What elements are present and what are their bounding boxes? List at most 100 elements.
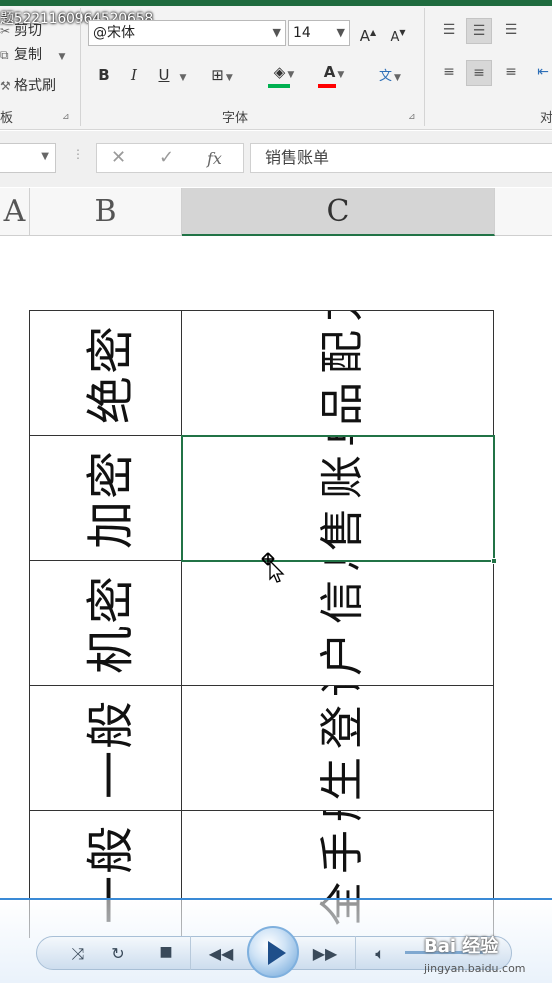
item-text: 产品配方	[316, 311, 368, 436]
font-size-combo[interactable]: 14 ▼	[288, 20, 350, 46]
column-headers: A B C	[0, 188, 552, 236]
cell-level[interactable]: 绝密	[30, 311, 182, 436]
play-button[interactable]	[247, 926, 299, 978]
font-name-combo[interactable]: @宋体 ▼	[88, 20, 286, 46]
chevron-down-icon: ▼	[41, 151, 49, 162]
cell-item[interactable]: 客户信息	[182, 561, 493, 686]
group-separator	[424, 8, 425, 126]
group-separator	[80, 8, 81, 126]
chevron-down-icon: ▼	[337, 70, 345, 80]
stop-icon[interactable]: ■	[156, 944, 176, 960]
active-cell-selection[interactable]	[181, 435, 497, 564]
phonetic-guide-icon: 文	[379, 69, 393, 84]
move-cursor-icon	[261, 552, 285, 583]
underline-button[interactable]: U	[154, 63, 174, 87]
item-text: 卫生登记	[316, 686, 368, 811]
brush-icon: ⚒	[0, 79, 11, 93]
paint-bucket-icon: ◈	[273, 63, 286, 81]
indent-icon[interactable]: ⇤	[530, 60, 552, 86]
formula-bar-grip-icon[interactable]: ⋮	[72, 147, 84, 161]
cell-level[interactable]: 机密	[30, 561, 182, 686]
volume-icon[interactable]: 🔈︎	[368, 944, 392, 964]
insert-function-button[interactable]: fx	[207, 149, 222, 168]
borders-button[interactable]: ⊞ ▼	[208, 63, 236, 87]
decrease-font-size-button[interactable]: A▼	[388, 21, 408, 45]
cell-item[interactable]: 产品配方	[182, 311, 493, 436]
data-table: 绝密 产品配方 加密 销售账单 机密 客户信息 一般 卫生登记 一般 安全手册	[29, 310, 494, 938]
clipboard-group-label: 板	[0, 111, 14, 126]
align-bottom-button[interactable]: ☰	[498, 18, 524, 44]
cut-button[interactable]: ✂ 剪切	[0, 20, 42, 40]
copy-label: 复制	[14, 47, 42, 63]
align-left-button[interactable]: ≡	[436, 60, 462, 86]
chevron-down-icon: ▼	[179, 73, 187, 83]
fast-forward-icon[interactable]: ▶▶	[310, 944, 340, 963]
align-right-button[interactable]: ≡	[498, 60, 524, 86]
chevron-down-icon: ▼	[394, 73, 401, 83]
control-divider	[190, 936, 191, 970]
watermark-url: jingyan.baidu.com	[424, 962, 526, 975]
copy-icon: ⧉	[0, 48, 9, 62]
align-middle-button[interactable]: ☰	[466, 18, 492, 44]
play-icon	[268, 941, 286, 965]
shuffle-icon[interactable]: ⤨	[68, 944, 88, 964]
cancel-icon[interactable]: ✕	[111, 147, 126, 168]
cell-level[interactable]: 一般	[30, 686, 182, 811]
level-text: 加密	[82, 448, 139, 549]
chevron-down-icon: ▼	[287, 70, 295, 80]
cut-label: 剪切	[14, 23, 42, 39]
cell-item[interactable]: 卫生登记	[182, 686, 493, 811]
underline-dropdown[interactable]: ▼	[176, 63, 188, 87]
fill-color-swatch	[268, 84, 290, 88]
format-painter-label: 格式刷	[14, 78, 56, 94]
fill-handle[interactable]	[491, 558, 497, 564]
chevron-down-icon: ▼	[272, 26, 281, 39]
formula-buttons: ✕ ✓ fx	[96, 143, 244, 173]
worksheet-grid[interactable]: 绝密 产品配方 加密 销售账单 机密 客户信息 一般 卫生登记 一般 安全手册	[0, 237, 552, 983]
repeat-icon[interactable]: ↻	[108, 944, 128, 963]
table-row: 一般 卫生登记	[30, 686, 493, 811]
column-header-c[interactable]: C	[182, 188, 495, 236]
chevron-down-icon: ▼	[225, 73, 233, 83]
font-group-label: 字体	[222, 111, 249, 126]
phonetic-guide-button[interactable]: 文 ▼	[368, 63, 412, 87]
column-header-b[interactable]: B	[30, 188, 182, 235]
increase-font-size-button[interactable]: A▲	[358, 21, 378, 45]
clipboard-launcher-icon[interactable]: ⊿	[62, 112, 70, 122]
scissors-icon: ✂	[0, 24, 11, 38]
watermark-logo: Bai 经验	[424, 936, 499, 957]
level-text: 机密	[82, 573, 139, 674]
bold-button[interactable]: B	[94, 63, 114, 87]
increase-font-icon: A	[359, 27, 371, 45]
font-size-value: 14	[293, 25, 311, 41]
borders-icon: ⊞	[211, 66, 224, 84]
font-color-swatch	[318, 84, 336, 88]
column-header-a[interactable]: A	[0, 188, 30, 235]
alignment-group-label: 对	[540, 111, 552, 126]
level-text: 绝密	[82, 323, 139, 424]
title-bar-strip	[0, 0, 552, 6]
level-text: 一般	[82, 698, 139, 799]
copy-button[interactable]: ⧉ 复制 ▼	[0, 44, 65, 64]
ribbon: 题5221160964520658 ✂ 剪切 ⧉ 复制 ▼ ⚒ 格式刷 板 ⊿ @宋体…	[0, 0, 552, 130]
rewind-icon[interactable]: ◀◀	[206, 944, 236, 963]
font-color-button[interactable]: A ▼	[314, 60, 354, 88]
table-row: 绝密 产品配方	[30, 311, 493, 436]
enter-icon[interactable]: ✓	[159, 147, 174, 168]
italic-button[interactable]: I	[124, 63, 144, 87]
format-painter-button[interactable]: ⚒ 格式刷	[0, 75, 56, 95]
cell-level[interactable]: 加密	[30, 436, 182, 561]
copy-dropdown-icon[interactable]: ▼	[58, 52, 65, 62]
font-name-value: @宋体	[93, 25, 135, 41]
font-launcher-icon[interactable]: ⊿	[408, 112, 416, 122]
chevron-down-icon: ▼	[336, 26, 345, 39]
fill-color-button[interactable]: ◈ ▼	[266, 60, 302, 88]
item-text: 客户信息	[316, 561, 368, 686]
control-divider	[355, 936, 356, 970]
formula-input[interactable]: 销售账单	[250, 143, 552, 173]
formula-bar: ▼ ⋮ ✕ ✓ fx 销售账单	[0, 131, 552, 187]
name-box[interactable]: ▼	[0, 143, 56, 173]
font-color-icon: A	[323, 63, 336, 81]
align-top-button[interactable]: ☰	[436, 18, 462, 44]
align-center-button[interactable]: ≡	[466, 60, 492, 86]
